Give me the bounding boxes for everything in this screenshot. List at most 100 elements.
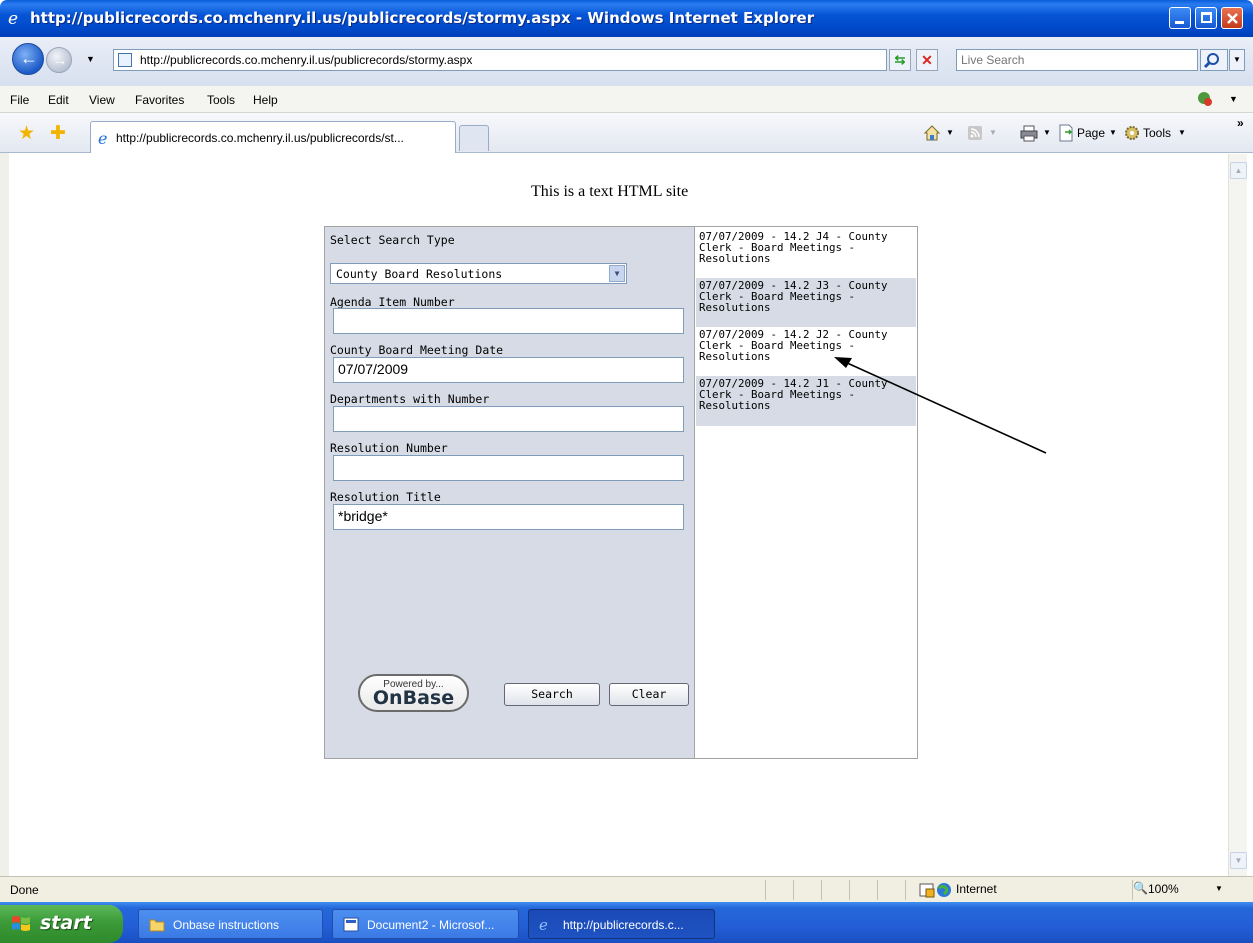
tab-active[interactable]: e http://publicrecords.co.mchenry.il.us/… xyxy=(90,121,456,153)
back-button[interactable]: ← xyxy=(12,43,44,75)
menu-file[interactable]: File xyxy=(10,93,29,107)
windows-flag-icon xyxy=(12,916,30,931)
start-button[interactable]: start xyxy=(0,905,123,943)
tools-dropdown-arrow[interactable]: ▼ xyxy=(1178,128,1186,137)
taskbar-item-onbase-instructions[interactable]: Onbase instructions xyxy=(138,909,323,939)
forward-arrow-icon: → xyxy=(53,52,67,68)
home-icon[interactable] xyxy=(923,124,941,142)
home-dropdown[interactable]: ▼ xyxy=(946,128,954,137)
page-dropdown-arrow[interactable]: ▼ xyxy=(1109,128,1117,137)
ie-page-icon: e xyxy=(98,130,107,146)
menu-view[interactable]: View xyxy=(89,93,115,107)
tab-bar: ★ ✚ e http://publicrecords.co.mchenry.il… xyxy=(0,113,1253,153)
recent-pages-dropdown[interactable]: ▼ xyxy=(86,54,95,64)
minimize-button[interactable] xyxy=(1169,7,1191,29)
results-panel: 07/07/2009 - 14.2 J4 - County Clerk - Bo… xyxy=(694,226,918,759)
status-divider xyxy=(849,880,850,900)
zoom-magnifier-icon: 🔍 xyxy=(1133,881,1148,895)
agenda-item-label: Agenda Item Number xyxy=(330,295,455,309)
ie-icon: e xyxy=(8,9,18,27)
protected-mode-icon[interactable] xyxy=(919,882,935,898)
start-label: start xyxy=(40,912,92,934)
status-text: Done xyxy=(10,883,39,897)
add-favorite-star-icon[interactable]: ✚ xyxy=(50,122,66,145)
globe-icon xyxy=(937,883,951,897)
close-button[interactable] xyxy=(1221,7,1243,29)
address-field[interactable]: http://publicrecords.co.mchenry.il.us/pu… xyxy=(113,49,996,71)
resolution-number-label: Resolution Number xyxy=(330,441,448,455)
search-go-button[interactable] xyxy=(1200,49,1228,71)
meeting-date-input[interactable]: 07/07/2009 xyxy=(333,357,684,383)
resolution-number-input[interactable] xyxy=(333,455,684,481)
menu-tools[interactable]: Tools xyxy=(207,93,235,107)
scroll-up-button[interactable]: ▲ xyxy=(1230,162,1247,179)
address-toolbar: ← → ▼ http://publicrecords.co.mchenry.il… xyxy=(0,37,1253,86)
tools-menu[interactable]: Tools xyxy=(1143,126,1171,140)
taskbar-item-label: http://publicrecords.c... xyxy=(563,918,684,932)
search-options-dropdown[interactable]: ▼ xyxy=(1229,49,1245,71)
print-dropdown[interactable]: ▼ xyxy=(1043,128,1051,137)
taskbar-item-document2[interactable]: Document2 - Microsof... xyxy=(332,909,519,939)
result-item[interactable]: 07/07/2009 - 14.2 J1 - County Clerk - Bo… xyxy=(696,376,916,426)
zoom-level[interactable]: 100% xyxy=(1148,882,1179,896)
toolbar-overflow-chevron[interactable]: » xyxy=(1237,116,1244,130)
security-zone[interactable]: Internet xyxy=(956,882,997,896)
live-search-box[interactable] xyxy=(956,49,1198,71)
back-arrow-icon: ← xyxy=(20,48,38,68)
address-url[interactable]: http://publicrecords.co.mchenry.il.us/pu… xyxy=(140,53,472,67)
taskbar: start Onbase instructions Document2 - Mi… xyxy=(0,902,1253,943)
page-menu[interactable]: Page xyxy=(1077,126,1105,140)
status-divider xyxy=(905,880,906,900)
refresh-button[interactable]: ⇆ xyxy=(889,49,911,71)
tab-title: http://publicrecords.co.mchenry.il.us/pu… xyxy=(116,131,404,145)
window-title: http://publicrecords.co.mchenry.il.us/pu… xyxy=(30,9,815,27)
window-left-edge xyxy=(0,153,9,876)
status-bar: Done Internet 🔍 100% ▼ xyxy=(0,876,1253,902)
word-document-icon xyxy=(343,917,359,932)
search-button[interactable]: Search xyxy=(504,683,600,706)
menu-bar: File Edit View Favorites Tools Help ▼ xyxy=(0,86,1253,113)
maximize-button[interactable] xyxy=(1195,7,1217,29)
result-item[interactable]: 07/07/2009 - 14.2 J4 - County Clerk - Bo… xyxy=(696,229,916,277)
meeting-date-label: County Board Meeting Date xyxy=(330,343,504,357)
chevron-down-icon[interactable]: ▼ xyxy=(609,265,625,282)
page-icon xyxy=(118,53,132,67)
taskbar-item-ie-window[interactable]: e http://publicrecords.c... xyxy=(528,909,715,939)
resolution-title-input[interactable]: *bridge* xyxy=(333,504,684,530)
close-icon xyxy=(1227,13,1238,24)
taskbar-item-label: Document2 - Microsof... xyxy=(367,918,495,932)
site-note: This is a text HTML site xyxy=(531,183,689,200)
print-icon[interactable] xyxy=(1020,124,1038,142)
new-tab-button[interactable] xyxy=(459,125,489,151)
menu-favorites[interactable]: Favorites xyxy=(135,93,184,107)
menu-help[interactable]: Help xyxy=(253,93,278,107)
feeds-dropdown[interactable]: ▼ xyxy=(989,128,997,137)
stop-button[interactable]: ✕ xyxy=(916,49,938,71)
taskbar-item-label: Onbase instructions xyxy=(173,918,280,932)
scroll-down-button[interactable]: ▼ xyxy=(1230,852,1247,869)
svg-text:e: e xyxy=(8,9,18,27)
menu-edit[interactable]: Edit xyxy=(48,93,69,107)
forward-button[interactable]: → xyxy=(46,47,72,73)
live-search-input[interactable] xyxy=(961,51,1191,69)
svg-text:e: e xyxy=(98,130,107,146)
favorites-center-star-icon[interactable]: ★ xyxy=(18,122,35,145)
clear-button[interactable]: Clear xyxy=(609,683,689,706)
search-type-value: County Board Resolutions xyxy=(336,267,503,281)
onbase-logo: Powered by... OnBase xyxy=(358,674,469,712)
zoom-dropdown[interactable]: ▼ xyxy=(1215,884,1223,893)
result-item[interactable]: 07/07/2009 - 14.2 J2 - County Clerk - Bo… xyxy=(696,327,916,376)
feeds-icon[interactable] xyxy=(966,124,984,142)
vertical-scrollbar[interactable]: ▲ ▼ xyxy=(1228,154,1247,876)
toolbar-options-icon[interactable] xyxy=(1196,90,1214,108)
result-item[interactable]: 07/07/2009 - 14.2 J3 - County Clerk - Bo… xyxy=(696,278,916,327)
departments-input[interactable] xyxy=(333,406,684,432)
agenda-item-input[interactable] xyxy=(333,308,684,334)
search-type-select[interactable]: County Board Resolutions ▼ xyxy=(330,263,627,284)
status-divider xyxy=(821,880,822,900)
toolbar-options-dropdown[interactable]: ▼ xyxy=(1229,94,1238,104)
window-titlebar: e http://publicrecords.co.mchenry.il.us/… xyxy=(0,0,1253,37)
ie-icon: e xyxy=(539,917,548,932)
search-panel: Select Search Type County Board Resoluti… xyxy=(324,226,694,759)
status-divider xyxy=(793,880,794,900)
